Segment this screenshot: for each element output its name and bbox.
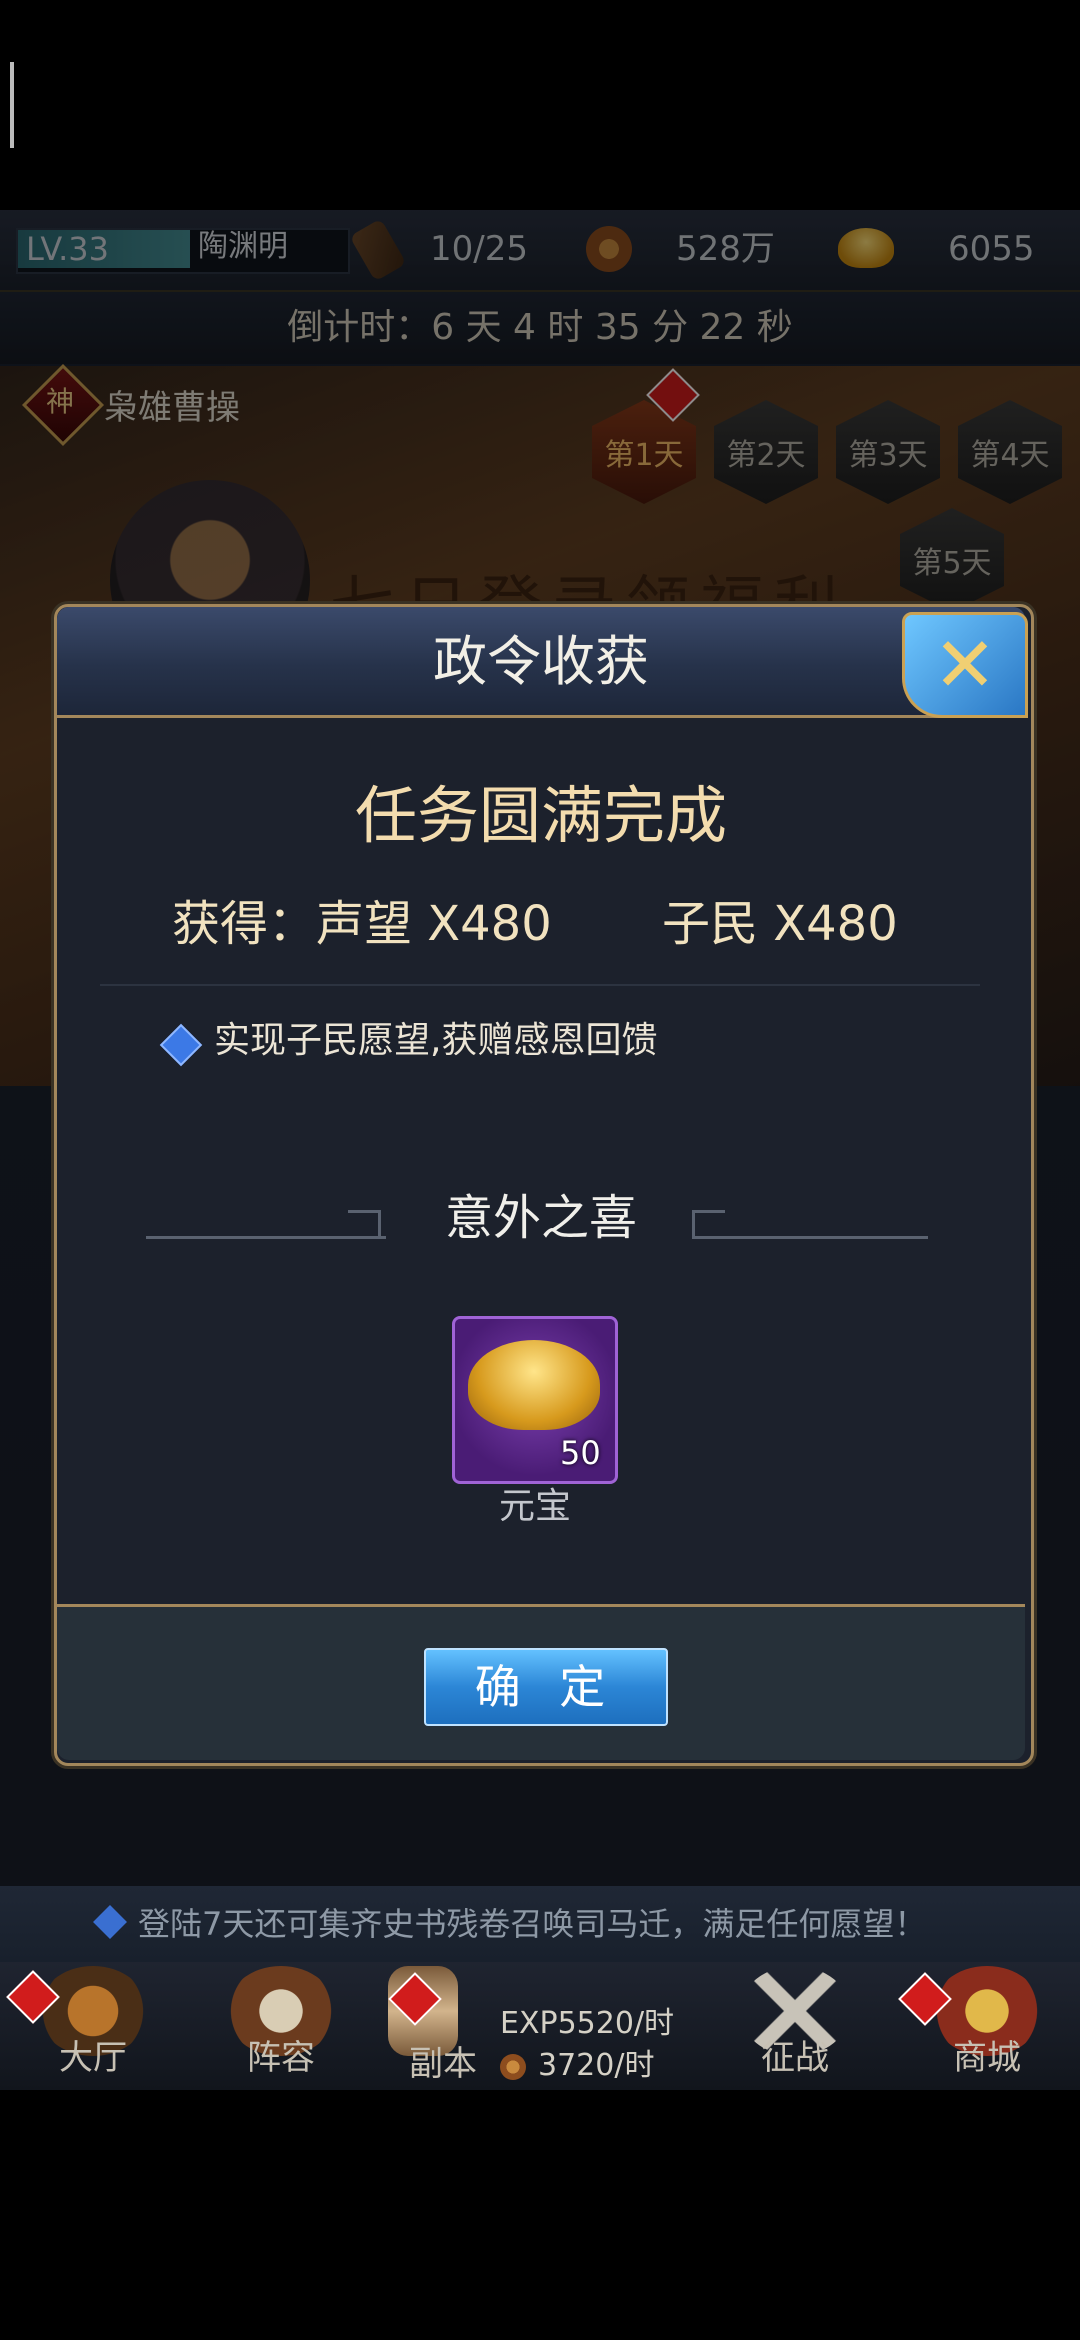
gold-rate: 3720/时 xyxy=(538,2048,655,2083)
status-bar xyxy=(0,0,1080,210)
close-icon: ✕ xyxy=(933,620,997,709)
item-quantity: 50 xyxy=(560,1434,601,1472)
nav-campaign-label: 征战 xyxy=(761,2038,829,2078)
nav-hall-label: 大厅 xyxy=(59,2038,127,2078)
ornament-line-right xyxy=(692,1236,928,1239)
text-cursor xyxy=(10,62,14,148)
divider xyxy=(100,984,980,986)
close-button[interactable]: ✕ xyxy=(902,612,1028,718)
reward-info-text: 实现子民愿望,获赠感恩回馈 xyxy=(214,1020,658,1061)
exp-rate: EXP5520/时 xyxy=(500,2006,675,2041)
gold-ingot-icon xyxy=(468,1340,600,1430)
item-name: 元宝 xyxy=(498,1486,571,1527)
confirm-button[interactable]: 确 定 xyxy=(424,1648,668,1726)
notice-text: 登陆7天还可集齐史书残卷召唤司马迁，满足任何愿望！ xyxy=(138,1905,927,1943)
system-nav-area xyxy=(0,2090,1080,2340)
nav-lineup-label: 阵容 xyxy=(247,2038,315,2078)
bonus-section-title: 意外之喜 xyxy=(444,1190,637,1246)
mission-complete-title: 任务圆满完成 xyxy=(354,779,727,852)
confirm-label: 确 定 xyxy=(474,1660,618,1714)
ornament-hook-right xyxy=(692,1210,725,1239)
nav-dungeon-label: 副本 xyxy=(409,2044,477,2084)
reward-prestige: 获得：声望 X480 xyxy=(172,896,552,952)
dialog-title: 政令收获 xyxy=(433,630,649,693)
coin-icon xyxy=(500,2054,526,2080)
reward-citizens: 子民 X480 xyxy=(662,896,898,952)
nav-shop-label: 商城 xyxy=(953,2038,1021,2078)
